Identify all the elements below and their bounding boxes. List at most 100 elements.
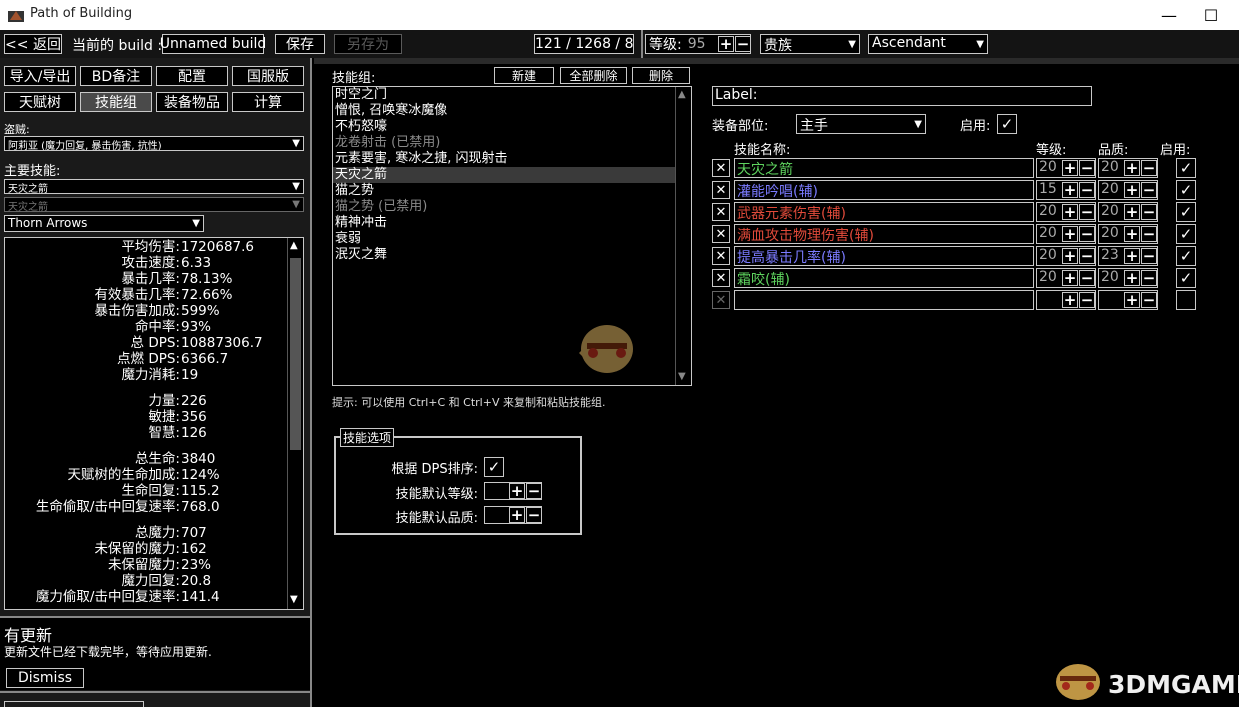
- gem-name-field[interactable]: 灌能吟唱(辅): [734, 180, 1034, 200]
- socket-group-item[interactable]: 天灾之箭: [333, 167, 675, 183]
- gem-level-minus-button[interactable]: −: [1079, 270, 1095, 286]
- build-name-field[interactable]: Unnamed build: [160, 34, 266, 54]
- remove-gem-button[interactable]: ✕: [712, 181, 730, 199]
- gem-name-field[interactable]: 天灾之箭: [734, 158, 1034, 178]
- gem-quality-plus-button[interactable]: +: [1124, 160, 1140, 176]
- socket-group-item[interactable]: 猫之势: [333, 183, 675, 199]
- gem-quality-field[interactable]: + −: [1098, 290, 1158, 310]
- gem-quality-minus-button[interactable]: −: [1141, 204, 1157, 220]
- tab-skills[interactable]: 技能组: [80, 92, 152, 112]
- remove-gem-button[interactable]: ✕: [712, 225, 730, 243]
- gem-level-field[interactable]: 20 + −: [1036, 268, 1096, 288]
- socket-group-item[interactable]: 衰弱: [333, 231, 675, 247]
- group-enabled-checkbox[interactable]: ✓: [997, 114, 1017, 134]
- scroll-up-icon[interactable]: ▲: [290, 240, 298, 251]
- gem-level-field[interactable]: 20 + −: [1036, 246, 1096, 266]
- stats-panel[interactable]: 平均伤害: 1720687.6 攻击速度: 6.33 暴击几率: 78.13% 有效暴击几率…: [4, 237, 304, 610]
- socket-group-item[interactable]: 不朽怒嚎: [333, 119, 675, 135]
- remove-gem-button[interactable]: ✕: [712, 247, 730, 265]
- gem-quality-field[interactable]: 23 + −: [1098, 246, 1158, 266]
- gem-quality-minus-button[interactable]: −: [1141, 182, 1157, 198]
- gem-quality-field[interactable]: 20 + −: [1098, 268, 1158, 288]
- gem-level-plus-button[interactable]: +: [1062, 226, 1078, 242]
- gem-name-field[interactable]: [734, 290, 1034, 310]
- gem-quality-plus-button[interactable]: +: [1124, 270, 1140, 286]
- tab-calcs[interactable]: 计算: [232, 92, 304, 112]
- tab-cn-version[interactable]: 国服版: [232, 66, 304, 86]
- gem-enabled-checkbox[interactable]: ✓: [1176, 268, 1196, 288]
- gem-quality-field[interactable]: 20 + −: [1098, 158, 1158, 178]
- delete-all-button[interactable]: 全部删除: [560, 67, 627, 84]
- new-group-button[interactable]: 新建: [494, 67, 554, 84]
- gem-level-field[interactable]: 20 + −: [1036, 158, 1096, 178]
- gem-quality-plus-button[interactable]: +: [1124, 182, 1140, 198]
- scroll-up-icon[interactable]: ▲: [678, 89, 686, 100]
- tab-import-export[interactable]: 导入/导出: [4, 66, 76, 86]
- scroll-down-icon[interactable]: ▼: [290, 594, 298, 605]
- gem-quality-field[interactable]: 20 + −: [1098, 224, 1158, 244]
- gem-level-plus-button[interactable]: +: [1062, 292, 1078, 308]
- remove-gem-button[interactable]: ✕: [712, 269, 730, 287]
- gem-enabled-checkbox[interactable]: ✓: [1176, 158, 1196, 178]
- tab-items[interactable]: 装备物品: [156, 92, 228, 112]
- minimize-button[interactable]: —: [1146, 0, 1192, 30]
- gem-level-plus-button[interactable]: +: [1062, 248, 1078, 264]
- gem-level-minus-button[interactable]: −: [1079, 204, 1095, 220]
- gem-quality-minus-button[interactable]: −: [1141, 270, 1157, 286]
- scroll-down-icon[interactable]: ▼: [678, 371, 686, 382]
- default-level-minus[interactable]: −: [526, 483, 541, 499]
- socket-group-item[interactable]: 憎恨, 召唤寒冰魔像: [333, 103, 675, 119]
- gem-name-field[interactable]: 霜咬(辅): [734, 268, 1034, 288]
- skill-active-dropdown[interactable]: 天灾之箭 ▼: [4, 197, 304, 212]
- remove-gem-button[interactable]: ✕: [712, 291, 730, 309]
- remove-gem-button[interactable]: ✕: [712, 159, 730, 177]
- gem-name-field[interactable]: 满血攻击物理伤害(辅): [734, 224, 1034, 244]
- back-button[interactable]: << 返回: [4, 34, 62, 54]
- bandit-dropdown[interactable]: 阿莉亚 (魔力回复, 暴击伤害, 抗性) ▼: [4, 136, 304, 151]
- delete-group-button[interactable]: 删除: [632, 67, 690, 84]
- slot-dropdown[interactable]: 主手 ▼: [796, 114, 926, 134]
- level-plus-button[interactable]: +: [718, 36, 734, 52]
- gem-enabled-checkbox[interactable]: ✓: [1176, 246, 1196, 266]
- gem-quality-plus-button[interactable]: +: [1124, 226, 1140, 242]
- default-level-field[interactable]: + −: [484, 482, 542, 500]
- gem-level-field[interactable]: 20 + −: [1036, 224, 1096, 244]
- gem-quality-minus-button[interactable]: −: [1141, 226, 1157, 242]
- default-quality-plus[interactable]: +: [509, 507, 525, 523]
- gem-enabled-checkbox[interactable]: ✓: [1176, 202, 1196, 222]
- gem-quality-field[interactable]: 20 + −: [1098, 202, 1158, 222]
- gem-name-field[interactable]: 提高暴击几率(辅): [734, 246, 1034, 266]
- gem-level-field[interactable]: + −: [1036, 290, 1096, 310]
- gem-level-plus-button[interactable]: +: [1062, 270, 1078, 286]
- gem-level-minus-button[interactable]: −: [1079, 182, 1095, 198]
- gem-quality-plus-button[interactable]: +: [1124, 292, 1140, 308]
- maximize-button[interactable]: ☐: [1188, 0, 1234, 30]
- save-as-button[interactable]: 另存为: [334, 34, 402, 54]
- gem-level-plus-button[interactable]: +: [1062, 182, 1078, 198]
- gem-quality-minus-button[interactable]: −: [1141, 160, 1157, 176]
- group-list-scrollbar[interactable]: ▲ ▼: [675, 87, 691, 385]
- default-level-plus[interactable]: +: [509, 483, 525, 499]
- default-quality-minus[interactable]: −: [526, 507, 541, 523]
- gem-enabled-checkbox[interactable]: ✓: [1176, 224, 1196, 244]
- sort-dps-checkbox[interactable]: ✓: [484, 457, 504, 477]
- socket-group-item[interactable]: 元素要害, 寒冰之捷, 闪现射击: [333, 151, 675, 167]
- socket-group-item[interactable]: 泯灭之舞: [333, 247, 675, 263]
- tab-tree[interactable]: 天赋树: [4, 92, 76, 112]
- tab-config[interactable]: 配置: [156, 66, 228, 86]
- class-dropdown[interactable]: 贵族 ▼: [760, 34, 860, 54]
- socket-group-item[interactable]: 时空之门: [333, 87, 675, 103]
- save-button[interactable]: 保存: [275, 34, 325, 54]
- gem-quality-plus-button[interactable]: +: [1124, 248, 1140, 264]
- group-label-field[interactable]: Label:: [712, 86, 1092, 106]
- gem-level-plus-button[interactable]: +: [1062, 160, 1078, 176]
- ascendancy-dropdown[interactable]: Ascendant ▼: [868, 34, 988, 54]
- gem-level-minus-button[interactable]: −: [1079, 160, 1095, 176]
- skill-part-dropdown[interactable]: Thorn Arrows ▼: [4, 215, 204, 232]
- gem-quality-minus-button[interactable]: −: [1141, 292, 1157, 308]
- gem-level-minus-button[interactable]: −: [1079, 248, 1095, 264]
- remove-gem-button[interactable]: ✕: [712, 203, 730, 221]
- dismiss-button[interactable]: Dismiss: [6, 668, 84, 688]
- gem-level-field[interactable]: 15 + −: [1036, 180, 1096, 200]
- level-minus-button[interactable]: −: [735, 36, 751, 52]
